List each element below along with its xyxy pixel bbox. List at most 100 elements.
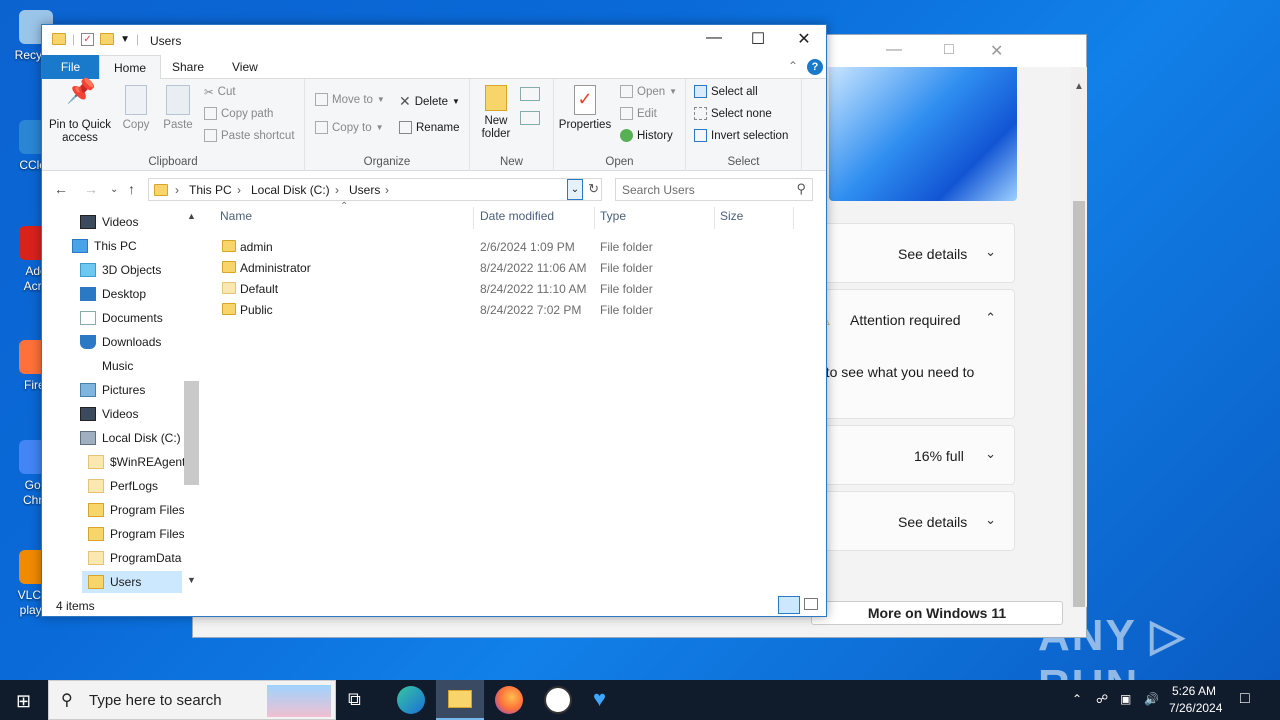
chevron-up-icon[interactable]: ⌃: [985, 310, 996, 326]
nav-item[interactable]: 3D Objects: [80, 259, 184, 281]
clock-time[interactable]: 5:26 AM: [1172, 684, 1216, 698]
nav-item[interactable]: Program Files: [88, 499, 184, 521]
details-view-icon[interactable]: [778, 596, 800, 614]
scroll-up-icon[interactable]: ▲: [187, 211, 196, 221]
properties-check-icon[interactable]: ✓: [81, 32, 95, 46]
network-icon[interactable]: ▣: [1120, 692, 1131, 706]
maximize-button[interactable]: ☐: [738, 29, 778, 49]
pin-to-quick-access-button[interactable]: 📌 Pin to Quick access: [48, 80, 112, 145]
file-row[interactable]: Default 8/24/2022 11:10 AM File folder: [218, 279, 818, 300]
clock-date[interactable]: 7/26/2024: [1169, 701, 1222, 715]
large-icons-view-icon[interactable]: [804, 598, 818, 610]
forward-arrow-icon[interactable]: →: [84, 181, 98, 197]
nav-item[interactable]: Pictures: [80, 379, 184, 401]
history-button[interactable]: History: [620, 129, 673, 142]
nav-item[interactable]: Desktop: [80, 283, 184, 305]
help-icon[interactable]: ?: [807, 59, 823, 75]
search-box[interactable]: Search Users ⚲: [615, 178, 813, 201]
close-icon[interactable]: ✕: [990, 41, 1003, 61]
new-folder-button[interactable]: New folder: [474, 85, 518, 141]
paste-button[interactable]: Paste: [160, 85, 196, 132]
invert-selection-button[interactable]: Invert selection: [694, 129, 788, 142]
scroll-down-icon[interactable]: ▼: [187, 575, 196, 585]
minimize-icon[interactable]: —: [886, 41, 902, 59]
select-none-button[interactable]: Select none: [694, 107, 772, 120]
nav-item[interactable]: Videos: [80, 211, 184, 233]
task-view-icon[interactable]: ⧉: [348, 689, 376, 717]
health-monitor-icon[interactable]: ♥: [593, 686, 621, 714]
copy-button[interactable]: Copy: [118, 85, 154, 132]
minimize-button[interactable]: —: [694, 29, 734, 47]
breadcrumb-users[interactable]: Users: [349, 183, 380, 197]
windows-start-icon[interactable]: ⊞: [16, 691, 31, 712]
scroll-up-icon[interactable]: ▲: [1074, 81, 1084, 92]
search-icon[interactable]: ⚲: [796, 181, 806, 197]
address-bar[interactable]: › This PC › Local Disk (C:) › Users › ⌄ …: [148, 178, 602, 201]
open-button[interactable]: Open ▼: [620, 85, 677, 98]
nav-item[interactable]: ProgramData: [88, 547, 184, 569]
maximize-icon[interactable]: □: [944, 41, 954, 59]
properties-button[interactable]: ✓ Properties: [556, 85, 614, 132]
file-row[interactable]: admin 2/6/2024 1:09 PM File folder: [218, 237, 818, 258]
column-type[interactable]: Type: [600, 209, 626, 223]
breadcrumb-local-disk[interactable]: Local Disk (C:): [251, 183, 330, 197]
scroll-thumb[interactable]: [1073, 201, 1085, 607]
nav-item[interactable]: Music: [80, 355, 184, 377]
chevron-down-icon[interactable]: ⌄: [985, 244, 996, 260]
settings-card[interactable]: 16% full ⌄: [813, 425, 1015, 485]
delete-button[interactable]: ✕ Delete ▼: [399, 93, 460, 110]
nav-item[interactable]: PerfLogs: [88, 475, 184, 497]
file-row[interactable]: Public 8/24/2022 7:02 PM File folder: [218, 300, 818, 321]
settings-card[interactable]: See details ⌄: [813, 491, 1015, 551]
more-on-windows-11-button[interactable]: More on Windows 11: [811, 601, 1063, 625]
column-size[interactable]: Size: [720, 209, 743, 223]
nav-item[interactable]: Program Files: [88, 523, 184, 545]
scroll-thumb[interactable]: [184, 381, 199, 485]
tab-home[interactable]: Home: [99, 55, 162, 80]
nav-item[interactable]: Videos: [80, 403, 184, 425]
cut-button[interactable]: ✂ Cut: [204, 85, 236, 99]
nav-item[interactable]: Users: [82, 571, 182, 593]
address-dropdown-icon[interactable]: ⌄: [567, 179, 583, 200]
new-item-icon[interactable]: [520, 87, 540, 101]
explorer-taskbar-button[interactable]: [436, 680, 484, 720]
refresh-icon[interactable]: ↻: [588, 181, 599, 197]
settings-card[interactable]: See details ⌄: [813, 223, 1015, 283]
select-all-button[interactable]: Select all: [694, 85, 758, 98]
new-folder-icon[interactable]: [100, 33, 115, 45]
nav-item[interactable]: Downloads: [80, 331, 184, 353]
breadcrumb-this-pc[interactable]: This PC: [189, 183, 232, 197]
edge-icon[interactable]: [397, 686, 425, 714]
navigation-scrollbar[interactable]: ▲ ▼: [184, 211, 199, 589]
close-button[interactable]: ✕: [784, 29, 824, 49]
easy-access-icon[interactable]: [520, 111, 540, 125]
anyrun-app-icon[interactable]: [544, 686, 572, 714]
rename-button[interactable]: Rename: [399, 121, 459, 134]
settings-scrollbar[interactable]: ▲: [1071, 67, 1087, 607]
firefox-icon[interactable]: [495, 686, 523, 714]
collapse-ribbon-icon[interactable]: ⌃: [788, 59, 798, 73]
copy-to-button[interactable]: Copy to ▼: [315, 121, 384, 134]
chevron-down-icon[interactable]: ⌄: [985, 512, 996, 528]
column-date-modified[interactable]: Date modified: [480, 209, 554, 223]
tray-device-icon[interactable]: ☍: [1096, 692, 1108, 706]
tab-share[interactable]: Share: [158, 55, 218, 79]
move-to-button[interactable]: Move to ▼: [315, 93, 385, 106]
nav-item[interactable]: $WinREAgent: [88, 451, 184, 473]
edit-button[interactable]: Edit: [620, 107, 657, 120]
chevron-down-icon[interactable]: ⌄: [985, 446, 996, 462]
nav-item[interactable]: This PC: [72, 235, 184, 257]
tray-chevron-up-icon[interactable]: ⌃: [1072, 692, 1082, 706]
recent-locations-icon[interactable]: ⌄: [110, 184, 118, 195]
volume-icon[interactable]: 🔊: [1144, 692, 1159, 706]
dropdown-icon[interactable]: ▼: [120, 34, 130, 45]
nav-item[interactable]: Local Disk (C:): [80, 427, 184, 449]
tab-view[interactable]: View: [218, 55, 272, 79]
notifications-icon[interactable]: □: [1240, 690, 1250, 708]
copy-path-button[interactable]: Copy path: [204, 107, 273, 120]
file-row[interactable]: Administrator 8/24/2022 11:06 AM File fold…: [218, 258, 818, 279]
back-arrow-icon[interactable]: ←: [54, 181, 68, 197]
taskbar-search-box[interactable]: ⚲ Type here to search: [48, 680, 336, 720]
tab-file[interactable]: File: [42, 55, 99, 79]
column-name[interactable]: Name: [220, 209, 252, 223]
